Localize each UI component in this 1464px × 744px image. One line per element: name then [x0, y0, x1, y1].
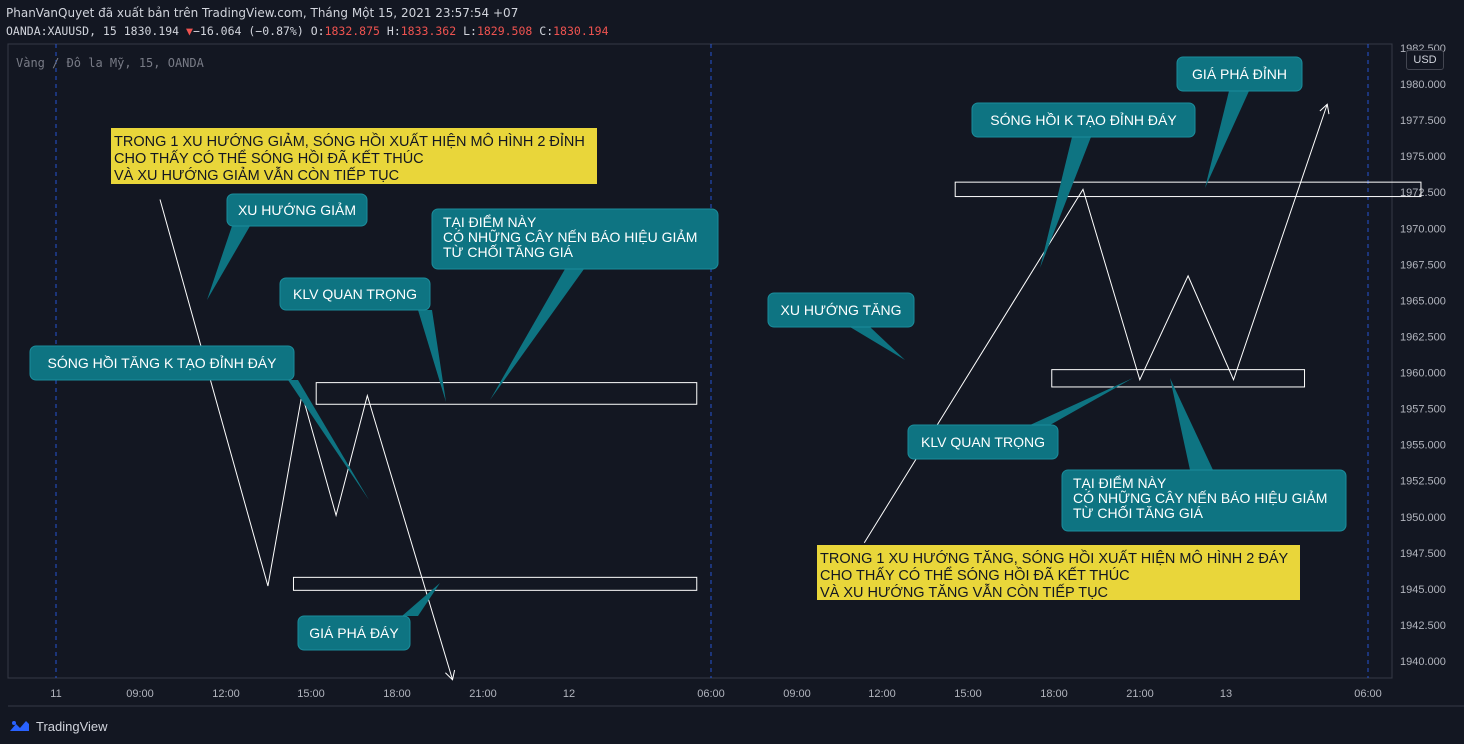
open-value: 1832.875 [324, 24, 380, 38]
close-label: C: [539, 24, 554, 38]
x-tick-label: 18:00 [383, 688, 411, 700]
currency-badge[interactable]: USD [1406, 50, 1444, 70]
y-tick-label: 1962.500 [1400, 331, 1446, 343]
callout-pointer [1205, 91, 1249, 188]
x-tick-label: 21:00 [1126, 688, 1154, 700]
callout-text: CÓ NHỮNG CÂY NẾN BÁO HIỆU GIẢM [443, 229, 697, 245]
zone-rect [315, 382, 698, 405]
x-tick-label: 12:00 [212, 688, 240, 700]
symbol-label[interactable]: OANDA:XAUUSD, 15 [6, 24, 117, 38]
y-tick-label: 1940.000 [1400, 656, 1446, 668]
callout-text: SÓNG HỒI K TẠO ĐỈNH ĐÁY [990, 111, 1177, 128]
high-value: 1833.362 [400, 24, 457, 38]
watermark-label: Vàng / Đô la Mỹ, 15, OANDA [16, 56, 205, 70]
callout-text: KLV QUAN TRỌNG [921, 434, 1045, 450]
callout-text: TỪ CHỐI TĂNG GIÁ [1073, 504, 1204, 521]
callout-text: GIÁ PHÁ ĐÁY [309, 625, 399, 641]
tradingview-brand: TradingView [36, 718, 108, 734]
callout-pointer [850, 327, 905, 360]
x-tick-label: 09:00 [126, 688, 154, 700]
x-tick-label: 15:00 [954, 688, 982, 700]
zone-rect [292, 576, 698, 591]
y-tick-label: 1955.000 [1400, 440, 1446, 452]
y-tick-label: 1947.500 [1400, 548, 1446, 560]
chart-area[interactable]: Vàng / Đô la Mỹ, 15, OANDA1982.5001980.0… [0, 0, 1464, 744]
high-label: H: [386, 24, 401, 38]
callout-pointer [1170, 378, 1213, 470]
y-tick-label: 1977.500 [1400, 115, 1446, 127]
note-text: VÀ XU HƯỚNG GIẢM VẪN CÒN TIẾP TỤC [114, 167, 399, 184]
callout-text: TẠI ĐIỂM NÀY [1073, 474, 1167, 491]
note-text: CHO THẤY CÓ THỂ SÓNG HỒI ĐÃ KẾT THÚC [820, 566, 1130, 584]
chart-header: PhanVanQuyet đã xuất bản trên TradingVie… [0, 0, 1464, 42]
tradingview-logo[interactable]: TradingView [8, 716, 108, 736]
x-tick-label: 13 [1220, 688, 1232, 700]
callout-text: XU HƯỚNG GIẢM [238, 202, 356, 218]
price-path-line [159, 199, 453, 680]
callout-pointer [402, 583, 440, 616]
x-tick-label: 18:00 [1040, 688, 1068, 700]
y-tick-label: 1965.000 [1400, 295, 1446, 307]
callout-pointer [418, 310, 446, 402]
x-tick-label: 12:00 [868, 688, 896, 700]
publisher-line: PhanVanQuyet đã xuất bản trên TradingVie… [6, 6, 519, 20]
callout-text: KLV QUAN TRỌNG [293, 286, 417, 302]
tradingview-cloud-icon [10, 721, 29, 731]
y-tick-label: 1942.500 [1400, 620, 1446, 632]
note-text: TRONG 1 XU HƯỚNG TĂNG, SÓNG HỒI XUẤT HIỆ… [820, 549, 1289, 567]
down-arrow-icon: ▼ [186, 24, 193, 38]
callout-text: CÓ NHỮNG CÂY NẾN BÁO HIỆU GIẢM [1073, 490, 1327, 506]
note-text: VÀ XU HƯỚNG TĂNG VẪN CÒN TIẾP TỤC [820, 584, 1108, 601]
open-label: O: [310, 24, 325, 38]
callout-pointer [207, 226, 250, 300]
callout-pointer [288, 380, 369, 500]
y-tick-label: 1967.500 [1400, 259, 1446, 271]
callout-pointer [490, 269, 584, 400]
callout-text: XU HƯỚNG TĂNG [781, 302, 902, 318]
y-tick-label: 1950.000 [1400, 512, 1446, 524]
x-tick-label: 11 [50, 688, 61, 700]
callout-pointer [1040, 137, 1091, 268]
y-tick-label: 1972.500 [1400, 187, 1446, 199]
low-value: 1829.508 [476, 24, 533, 38]
last-price: 1830.194 [123, 24, 180, 38]
y-tick-label: 1980.000 [1400, 79, 1446, 91]
note-text: CHO THẤY CÓ THỂ SÓNG HỒI ĐÃ KẾT THÚC [114, 149, 424, 167]
low-label: L: [463, 24, 477, 38]
callout-text: SÓNG HỒI TĂNG K TẠO ĐỈNH ĐÁY [48, 354, 278, 371]
x-tick-label: 21:00 [469, 688, 497, 700]
x-tick-label: 06:00 [697, 688, 725, 700]
y-tick-label: 1970.000 [1400, 223, 1446, 235]
callout-text: TẠI ĐIỂM NÀY [443, 213, 537, 230]
price-change: −16.064 (−0.87%) [192, 24, 304, 38]
symbol-ohlc-line: OANDA:XAUUSD, 15 1830.194 ▼−16.064 (−0.8… [6, 24, 609, 38]
y-tick-label: 1960.000 [1400, 368, 1446, 380]
zone-rect [954, 181, 1422, 198]
x-tick-label: 15:00 [297, 688, 325, 700]
y-tick-label: 1975.000 [1400, 151, 1446, 163]
zone-rect [1051, 369, 1306, 388]
callout-text: TỪ CHỐI TĂNG GIÁ [443, 243, 574, 260]
y-tick-label: 1957.500 [1400, 404, 1446, 416]
y-tick-label: 1945.000 [1400, 584, 1446, 596]
x-tick-label: 09:00 [783, 688, 811, 700]
x-tick-label: 06:00 [1354, 688, 1382, 700]
callout-pointer [1030, 378, 1133, 425]
x-tick-label: 12 [563, 688, 575, 700]
callout-text: GIÁ PHÁ ĐỈNH [1192, 66, 1287, 82]
y-tick-label: 1952.500 [1400, 476, 1446, 488]
close-value: 1830.194 [553, 24, 609, 38]
note-text: TRONG 1 XU HƯỚNG GIẢM, SÓNG HỒI XUẤT HIỆ… [114, 132, 585, 150]
